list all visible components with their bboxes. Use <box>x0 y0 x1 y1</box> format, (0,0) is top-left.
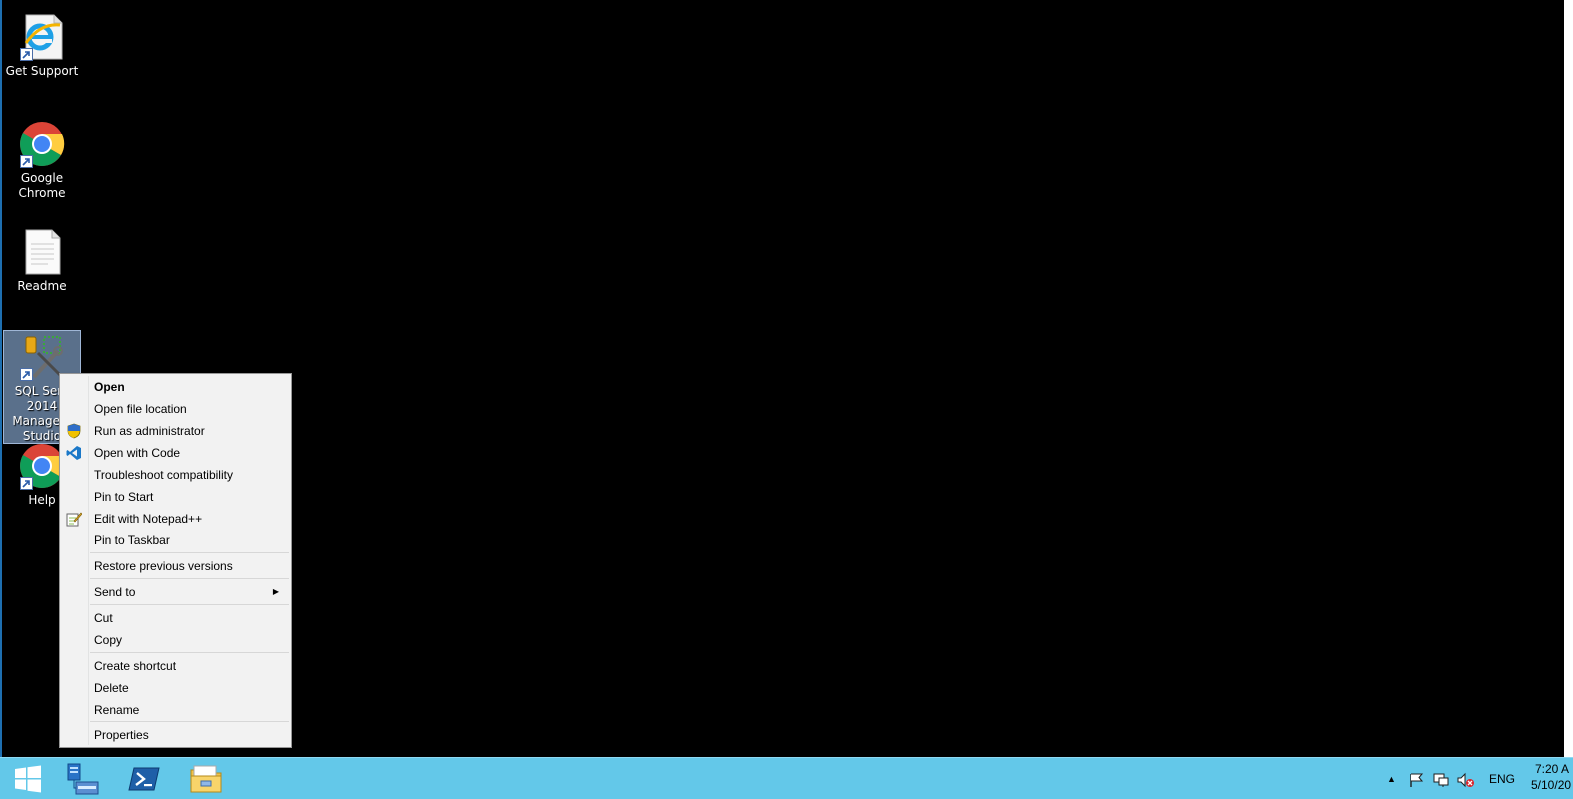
menu-item-label: Copy <box>94 633 123 647</box>
menu-item-label: Restore previous versions <box>94 559 233 573</box>
menu-item-cut[interactable]: Cut <box>62 607 289 629</box>
menu-item-restore-previous-versions[interactable]: Restore previous versions <box>62 555 289 577</box>
shortcut-arrow-icon <box>20 368 33 381</box>
menu-separator <box>90 604 289 605</box>
text-document-icon <box>18 228 66 276</box>
uac-shield-icon <box>66 423 82 439</box>
menu-item-pin-to-start[interactable]: Pin to Start <box>62 486 289 508</box>
clock-date: 5/10/20 <box>1531 778 1572 792</box>
desktop-icon-readme[interactable]: Readme <box>3 228 81 294</box>
taskbar-file-explorer[interactable] <box>178 758 234 799</box>
menu-item-send-to[interactable]: Send to ▶ <box>62 581 289 603</box>
menu-item-delete[interactable]: Delete <box>62 677 289 699</box>
shortcut-arrow-icon <box>20 477 33 490</box>
menu-separator <box>90 552 289 553</box>
menu-item-label: Pin to Taskbar <box>94 533 170 547</box>
show-hidden-icons-arrow[interactable]: ▲ <box>1387 758 1396 799</box>
menu-item-troubleshoot-compatibility[interactable]: Troubleshoot compatibility <box>62 464 289 486</box>
menu-item-edit-with-notepad-plus-plus[interactable]: Edit with Notepad++ <box>62 508 289 530</box>
system-tray: ▲ ENG 7:20 A 5/10/20 <box>1383 758 1573 799</box>
menu-item-run-as-administrator[interactable]: Run as administrator <box>62 420 289 442</box>
menu-item-open[interactable]: Open <box>62 376 289 398</box>
menu-item-label: Cut <box>94 611 113 625</box>
menu-item-label: Run as administrator <box>94 424 205 438</box>
menu-item-open-file-location[interactable]: Open file location <box>62 398 289 420</box>
desktop-icon-label: Get Support <box>5 64 79 78</box>
menu-item-label: Edit with Notepad++ <box>94 512 203 526</box>
shortcut-arrow-icon <box>20 48 33 61</box>
clock[interactable]: 7:20 A 5/10/20 <box>1529 761 1573 793</box>
taskbar-powershell[interactable] <box>116 758 172 799</box>
menu-separator <box>90 578 289 579</box>
clock-time: 7:20 A <box>1535 762 1570 776</box>
menu-separator <box>90 721 289 722</box>
internet-explorer-icon <box>18 13 66 61</box>
speaker-muted-icon[interactable] <box>1457 758 1475 799</box>
action-center-flag-icon[interactable] <box>1409 758 1425 799</box>
network-icon[interactable] <box>1433 758 1449 799</box>
menu-item-label: Send to <box>94 585 136 599</box>
menu-item-open-with-code[interactable]: Open with Code <box>62 442 289 464</box>
submenu-arrow-icon: ▶ <box>272 587 279 596</box>
vscode-icon <box>66 445 82 461</box>
desktop-edge <box>1564 0 1573 757</box>
language-indicator[interactable]: ENG <box>1489 758 1515 799</box>
start-button[interactable] <box>0 758 56 799</box>
menu-item-label: Properties <box>94 728 149 742</box>
menu-item-label: Troubleshoot compatibility <box>94 468 233 482</box>
menu-item-create-shortcut[interactable]: Create shortcut <box>62 655 289 677</box>
menu-item-label: Open file location <box>94 402 187 416</box>
taskbar: ▲ ENG 7:20 A 5/10/20 <box>0 757 1573 799</box>
shortcut-arrow-icon <box>20 155 33 168</box>
menu-separator <box>90 652 289 653</box>
context-menu: Open Open file location Run as administr… <box>59 373 292 748</box>
menu-item-properties[interactable]: Properties <box>62 724 289 746</box>
menu-item-copy[interactable]: Copy <box>62 629 289 651</box>
notepad-plus-plus-icon <box>66 511 83 527</box>
chrome-icon <box>18 120 66 168</box>
menu-item-label: Open with Code <box>94 446 181 460</box>
desktop-icon-google-chrome[interactable]: Google Chrome <box>3 120 81 201</box>
menu-item-label: Open <box>94 380 125 394</box>
menu-item-label: Delete <box>94 681 129 695</box>
menu-item-label: Rename <box>94 703 140 717</box>
menu-item-rename[interactable]: Rename <box>62 699 289 721</box>
desktop-icon-label: Readme <box>17 279 67 293</box>
desktop-icon-label: Google Chrome <box>18 171 66 200</box>
menu-item-pin-to-taskbar[interactable]: Pin to Taskbar <box>62 529 289 551</box>
taskbar-server-manager[interactable] <box>55 758 111 799</box>
menu-item-label: Pin to Start <box>94 490 154 504</box>
desktop-icon-get-support[interactable]: Get Support <box>3 13 81 79</box>
menu-item-label: Create shortcut <box>94 659 177 673</box>
